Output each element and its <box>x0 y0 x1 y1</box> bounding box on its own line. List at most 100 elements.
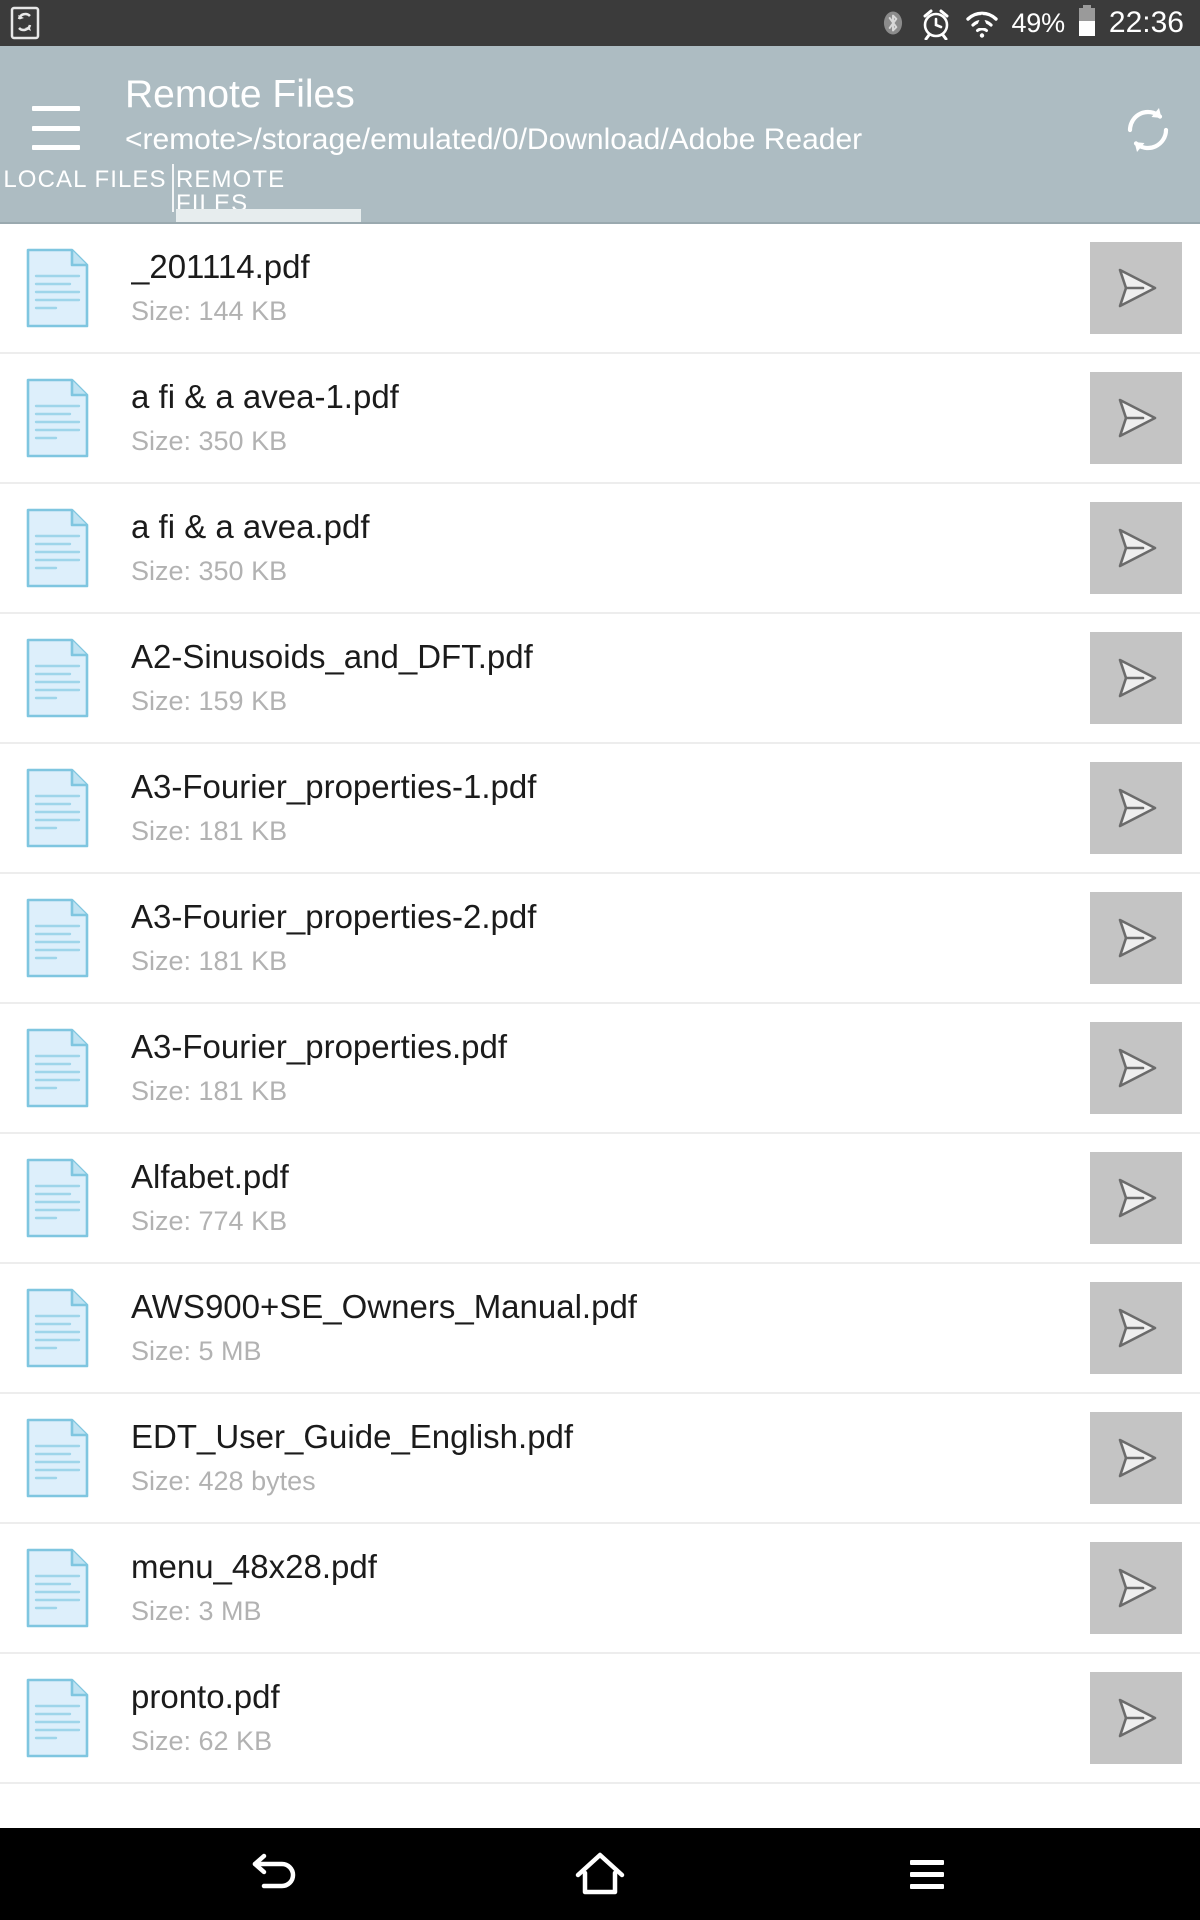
file-size: Size: 3 MB <box>131 1596 262 1627</box>
send-icon[interactable] <box>1090 1412 1182 1504</box>
tab-remote-files[interactable]: REMOTE FILES <box>176 164 361 222</box>
breadcrumb-path: <remote>/storage/emulated/0/Download/Ado… <box>125 123 863 157</box>
recents-menu-icon[interactable] <box>872 1828 982 1920</box>
file-row[interactable]: A3-Fourier_properties.pdf Size: 181 KB <box>0 1004 1200 1134</box>
file-info: A3-Fourier_properties-2.pdf Size: 181 KB <box>131 898 1078 977</box>
file-name: A3-Fourier_properties-2.pdf <box>131 898 537 936</box>
pdf-document-icon <box>26 1028 89 1108</box>
back-icon[interactable] <box>218 1828 328 1920</box>
file-name: A3-Fourier_properties-1.pdf <box>131 768 537 806</box>
file-size: Size: 181 KB <box>131 946 288 977</box>
file-size: Size: 181 KB <box>131 1076 288 1107</box>
file-row[interactable]: pronto.pdf Size: 62 KB <box>0 1654 1200 1784</box>
file-name: _201114.pdf <box>131 248 310 286</box>
file-info: A3-Fourier_properties-1.pdf Size: 181 KB <box>131 768 1078 847</box>
send-icon[interactable] <box>1090 1022 1182 1114</box>
tab-bar: LOCAL FILES REMOTE FILES <box>0 164 1200 222</box>
pdf-document-icon <box>26 248 89 328</box>
file-info: _201114.pdf Size: 144 KB <box>131 248 1078 327</box>
file-info: menu_48x28.pdf Size: 3 MB <box>131 1548 1078 1627</box>
file-list[interactable]: _201114.pdf Size: 144 KB a fi & a avea-1.p… <box>0 222 1200 1828</box>
battery-percent-label: 49% <box>1011 7 1065 38</box>
file-info: pronto.pdf Size: 62 KB <box>131 1678 1078 1757</box>
file-row[interactable]: A2-Sinusoids_and_DFT.pdf Size: 159 KB <box>0 614 1200 744</box>
home-icon[interactable] <box>545 1828 655 1920</box>
tab-local-files-label: LOCAL FILES <box>3 166 167 193</box>
file-row[interactable]: A3-Fourier_properties-1.pdf Size: 181 KB <box>0 744 1200 874</box>
status-bar: 49% 22:36 <box>0 0 1200 46</box>
send-icon[interactable] <box>1090 372 1182 464</box>
file-row[interactable]: A3-Fourier_properties-2.pdf Size: 181 KB <box>0 874 1200 1004</box>
send-icon[interactable] <box>1090 1542 1182 1634</box>
app-root: 49% 22:36 Remote Files <remote>/storage/… <box>0 0 1200 1920</box>
file-name: AWS900+SE_Owners_Manual.pdf <box>131 1288 637 1326</box>
tab-active-indicator <box>176 209 361 222</box>
file-size: Size: 774 KB <box>131 1206 288 1237</box>
send-icon[interactable] <box>1090 1282 1182 1374</box>
battery-icon <box>1077 4 1097 43</box>
tab-divider <box>172 164 174 212</box>
pdf-document-icon <box>26 1418 89 1498</box>
file-size: Size: 144 KB <box>131 296 288 327</box>
send-icon[interactable] <box>1090 762 1182 854</box>
file-row[interactable]: a fi & a avea-1.pdf Size: 350 KB <box>0 354 1200 484</box>
file-size: Size: 159 KB <box>131 686 288 717</box>
send-icon[interactable] <box>1090 242 1182 334</box>
file-size: Size: 5 MB <box>131 1336 262 1367</box>
file-info: a fi & a avea.pdf Size: 350 KB <box>131 508 1078 587</box>
pdf-document-icon <box>26 1678 89 1758</box>
file-row[interactable]: a fi & a avea.pdf Size: 350 KB <box>0 484 1200 614</box>
send-icon[interactable] <box>1090 1672 1182 1764</box>
send-icon[interactable] <box>1090 502 1182 594</box>
page-title: Remote Files <box>125 73 355 116</box>
file-name: EDT_User_Guide_English.pdf <box>131 1418 574 1456</box>
alarm-clock-icon <box>919 6 953 40</box>
pdf-document-icon <box>26 638 89 718</box>
refresh-icon[interactable] <box>1120 102 1176 158</box>
file-row[interactable]: EDT_User_Guide_English.pdf Size: 428 byte… <box>0 1394 1200 1524</box>
file-name: a fi & a avea-1.pdf <box>131 378 399 416</box>
file-info: a fi & a avea-1.pdf Size: 350 KB <box>131 378 1078 457</box>
tab-local-files[interactable]: LOCAL FILES <box>0 164 170 222</box>
file-name: pronto.pdf <box>131 1678 280 1716</box>
hamburger-line <box>32 106 80 111</box>
sync-phone-icon <box>10 6 40 40</box>
file-info: A3-Fourier_properties.pdf Size: 181 KB <box>131 1028 1078 1107</box>
file-info: Alfabet.pdf Size: 774 KB <box>131 1158 1078 1237</box>
wifi-icon <box>965 6 999 40</box>
pdf-document-icon <box>26 1288 89 1368</box>
pdf-document-icon <box>26 378 89 458</box>
file-info: A2-Sinusoids_and_DFT.pdf Size: 159 KB <box>131 638 1078 717</box>
hamburger-line <box>32 125 80 131</box>
file-row[interactable]: menu_48x28.pdf Size: 3 MB <box>0 1524 1200 1654</box>
status-bar-left <box>10 6 40 40</box>
send-icon[interactable] <box>1090 1152 1182 1244</box>
pdf-document-icon <box>26 768 89 848</box>
hamburger-menu-icon[interactable] <box>32 106 80 150</box>
file-name: A3-Fourier_properties.pdf <box>131 1028 508 1066</box>
file-row[interactable]: _201114.pdf Size: 144 KB <box>0 224 1200 354</box>
file-size: Size: 62 KB <box>131 1726 273 1757</box>
bluetooth-icon <box>879 6 907 40</box>
file-size: Size: 350 KB <box>131 556 288 587</box>
file-row[interactable]: AWS900+SE_Owners_Manual.pdf Size: 5 MB <box>0 1264 1200 1394</box>
file-name: Alfabet.pdf <box>131 1158 289 1196</box>
title-block: Remote Files <remote>/storage/emulated/0… <box>125 73 1120 159</box>
file-name: A2-Sinusoids_and_DFT.pdf <box>131 638 533 676</box>
file-size: Size: 350 KB <box>131 426 288 457</box>
hamburger-line <box>32 145 80 150</box>
app-bar: Remote Files <remote>/storage/emulated/0… <box>0 46 1200 222</box>
file-row[interactable]: Alfabet.pdf Size: 774 KB <box>0 1134 1200 1264</box>
file-name: menu_48x28.pdf <box>131 1548 377 1586</box>
system-navigation-bar <box>0 1828 1200 1920</box>
file-size: Size: 181 KB <box>131 816 288 847</box>
app-bar-content: Remote Files <remote>/storage/emulated/0… <box>0 46 1200 164</box>
file-info: AWS900+SE_Owners_Manual.pdf Size: 5 MB <box>131 1288 1078 1367</box>
file-size: Size: 428 bytes <box>131 1466 316 1497</box>
pdf-document-icon <box>26 508 89 588</box>
pdf-document-icon <box>26 898 89 978</box>
file-info: EDT_User_Guide_English.pdf Size: 428 byte… <box>131 1418 1078 1497</box>
send-icon[interactable] <box>1090 892 1182 984</box>
send-icon[interactable] <box>1090 632 1182 724</box>
pdf-document-icon <box>26 1548 89 1628</box>
